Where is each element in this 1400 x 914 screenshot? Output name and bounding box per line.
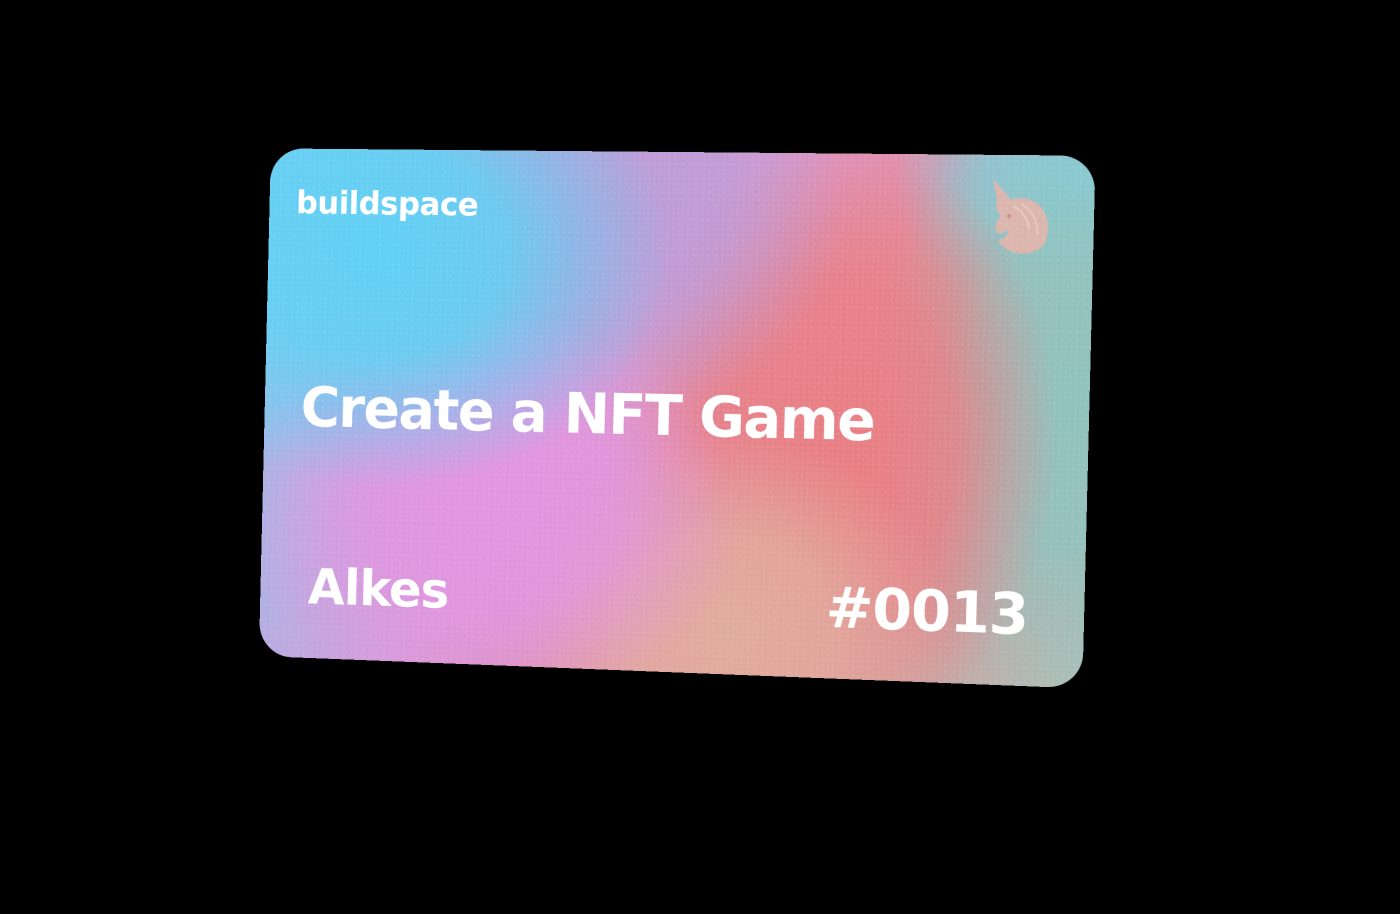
owner-name: Alkes [307,558,450,620]
stage: buildspace Create a NFT Game Alkes #0013 [0,0,1400,914]
card-title: Create a NFT Game [300,375,876,455]
unicorn-icon [991,179,1050,254]
nft-card: buildspace Create a NFT Game Alkes #0013 [258,148,1096,689]
serial-number: #0013 [825,575,1029,649]
brand-wordmark: buildspace [295,183,479,224]
